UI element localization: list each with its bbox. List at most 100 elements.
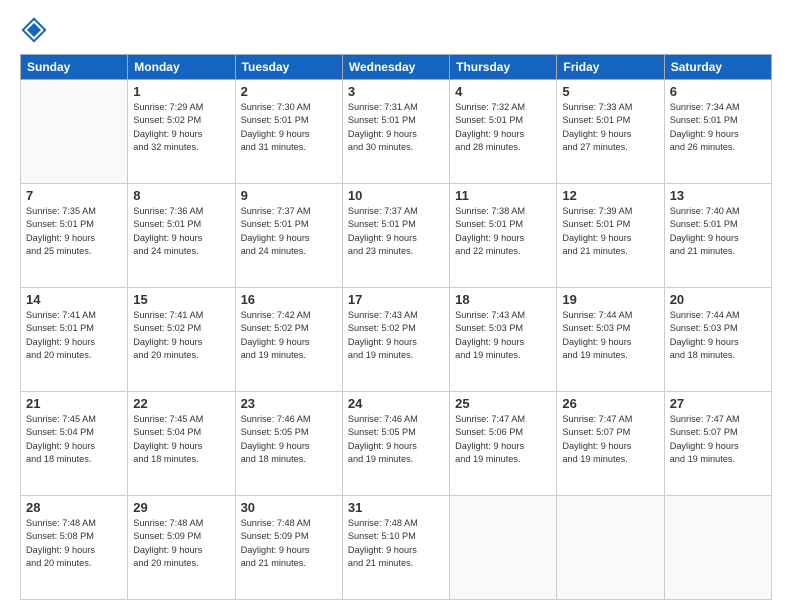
- calendar-cell: 28 Sunrise: 7:48 AMSunset: 5:08 PMDayligh…: [21, 496, 128, 600]
- calendar-cell: 6 Sunrise: 7:34 AMSunset: 5:01 PMDaylight…: [664, 80, 771, 184]
- day-info: Sunrise: 7:40 AMSunset: 5:01 PMDaylight:…: [670, 205, 766, 258]
- day-info: Sunrise: 7:32 AMSunset: 5:01 PMDaylight:…: [455, 101, 551, 154]
- calendar-cell: [21, 80, 128, 184]
- day-info: Sunrise: 7:45 AMSunset: 5:04 PMDaylight:…: [26, 413, 122, 466]
- day-info: Sunrise: 7:44 AMSunset: 5:03 PMDaylight:…: [562, 309, 658, 362]
- day-number: 6: [670, 84, 766, 99]
- day-number: 19: [562, 292, 658, 307]
- day-info: Sunrise: 7:41 AMSunset: 5:02 PMDaylight:…: [133, 309, 229, 362]
- calendar-cell: 19 Sunrise: 7:44 AMSunset: 5:03 PMDayligh…: [557, 288, 664, 392]
- day-info: Sunrise: 7:45 AMSunset: 5:04 PMDaylight:…: [133, 413, 229, 466]
- day-number: 12: [562, 188, 658, 203]
- day-number: 13: [670, 188, 766, 203]
- calendar-cell: 27 Sunrise: 7:47 AMSunset: 5:07 PMDayligh…: [664, 392, 771, 496]
- day-info: Sunrise: 7:47 AMSunset: 5:06 PMDaylight:…: [455, 413, 551, 466]
- day-number: 7: [26, 188, 122, 203]
- calendar-cell: 3 Sunrise: 7:31 AMSunset: 5:01 PMDaylight…: [342, 80, 449, 184]
- calendar-cell: 23Sunrise: 7:46 AMSunset: 5:05 PMDayligh…: [235, 392, 342, 496]
- day-info: Sunrise: 7:36 AMSunset: 5:01 PMDaylight:…: [133, 205, 229, 258]
- header-wednesday: Wednesday: [342, 55, 449, 80]
- week-row-4: 21 Sunrise: 7:45 AMSunset: 5:04 PMDayligh…: [21, 392, 772, 496]
- week-row-5: 28 Sunrise: 7:48 AMSunset: 5:08 PMDayligh…: [21, 496, 772, 600]
- calendar-cell: 4 Sunrise: 7:32 AMSunset: 5:01 PMDaylight…: [450, 80, 557, 184]
- week-row-3: 14 Sunrise: 7:41 AMSunset: 5:01 PMDayligh…: [21, 288, 772, 392]
- calendar-cell: 30 Sunrise: 7:48 AMSunset: 5:09 PMDayligh…: [235, 496, 342, 600]
- day-info: Sunrise: 7:48 AMSunset: 5:08 PMDaylight:…: [26, 517, 122, 570]
- calendar-cell: 21 Sunrise: 7:45 AMSunset: 5:04 PMDayligh…: [21, 392, 128, 496]
- day-info: Sunrise: 7:44 AMSunset: 5:03 PMDaylight:…: [670, 309, 766, 362]
- calendar-cell: 12 Sunrise: 7:39 AMSunset: 5:01 PMDayligh…: [557, 184, 664, 288]
- day-info: Sunrise: 7:48 AMSunset: 5:09 PMDaylight:…: [241, 517, 337, 570]
- day-info: Sunrise: 7:34 AMSunset: 5:01 PMDaylight:…: [670, 101, 766, 154]
- day-info: Sunrise: 7:39 AMSunset: 5:01 PMDaylight:…: [562, 205, 658, 258]
- day-number: 9: [241, 188, 337, 203]
- day-info: Sunrise: 7:37 AMSunset: 5:01 PMDaylight:…: [348, 205, 444, 258]
- day-number: 16: [241, 292, 337, 307]
- day-info: Sunrise: 7:47 AMSunset: 5:07 PMDaylight:…: [562, 413, 658, 466]
- day-number: 28: [26, 500, 122, 515]
- day-info: Sunrise: 7:33 AMSunset: 5:01 PMDaylight:…: [562, 101, 658, 154]
- calendar-cell: 10 Sunrise: 7:37 AMSunset: 5:01 PMDayligh…: [342, 184, 449, 288]
- calendar-cell: 18 Sunrise: 7:43 AMSunset: 5:03 PMDayligh…: [450, 288, 557, 392]
- day-number: 14: [26, 292, 122, 307]
- calendar-cell: 7 Sunrise: 7:35 AMSunset: 5:01 PMDaylight…: [21, 184, 128, 288]
- day-number: 11: [455, 188, 551, 203]
- day-number: 27: [670, 396, 766, 411]
- calendar-cell: 5Sunrise: 7:33 AMSunset: 5:01 PMDaylight…: [557, 80, 664, 184]
- calendar-cell: 17 Sunrise: 7:43 AMSunset: 5:02 PMDayligh…: [342, 288, 449, 392]
- day-number: 2: [241, 84, 337, 99]
- day-info: Sunrise: 7:30 AMSunset: 5:01 PMDaylight:…: [241, 101, 337, 154]
- calendar-cell: 16Sunrise: 7:42 AMSunset: 5:02 PMDayligh…: [235, 288, 342, 392]
- calendar-cell: 11Sunrise: 7:38 AMSunset: 5:01 PMDayligh…: [450, 184, 557, 288]
- day-number: 8: [133, 188, 229, 203]
- calendar-cell: 22 Sunrise: 7:45 AMSunset: 5:04 PMDayligh…: [128, 392, 235, 496]
- day-number: 10: [348, 188, 444, 203]
- day-info: Sunrise: 7:48 AMSunset: 5:10 PMDaylight:…: [348, 517, 444, 570]
- calendar-cell: [557, 496, 664, 600]
- logo-icon: [20, 16, 48, 44]
- day-number: 30: [241, 500, 337, 515]
- page: SundayMondayTuesdayWednesdayThursdayFrid…: [0, 0, 792, 612]
- day-info: Sunrise: 7:41 AMSunset: 5:01 PMDaylight:…: [26, 309, 122, 362]
- calendar-cell: 13 Sunrise: 7:40 AMSunset: 5:01 PMDayligh…: [664, 184, 771, 288]
- calendar-cell: 2 Sunrise: 7:30 AMSunset: 5:01 PMDaylight…: [235, 80, 342, 184]
- header: [20, 16, 772, 44]
- day-info: Sunrise: 7:43 AMSunset: 5:02 PMDaylight:…: [348, 309, 444, 362]
- day-info: Sunrise: 7:47 AMSunset: 5:07 PMDaylight:…: [670, 413, 766, 466]
- header-sunday: Sunday: [21, 55, 128, 80]
- logo: [20, 16, 52, 44]
- days-header-row: SundayMondayTuesdayWednesdayThursdayFrid…: [21, 55, 772, 80]
- calendar-cell: 26 Sunrise: 7:47 AMSunset: 5:07 PMDayligh…: [557, 392, 664, 496]
- week-row-1: 1Sunrise: 7:29 AMSunset: 5:02 PMDaylight…: [21, 80, 772, 184]
- day-number: 1: [133, 84, 229, 99]
- day-number: 3: [348, 84, 444, 99]
- header-friday: Friday: [557, 55, 664, 80]
- calendar-cell: 25Sunrise: 7:47 AMSunset: 5:06 PMDayligh…: [450, 392, 557, 496]
- day-number: 4: [455, 84, 551, 99]
- day-number: 22: [133, 396, 229, 411]
- day-number: 29: [133, 500, 229, 515]
- calendar: SundayMondayTuesdayWednesdayThursdayFrid…: [20, 54, 772, 600]
- header-monday: Monday: [128, 55, 235, 80]
- calendar-cell: 8 Sunrise: 7:36 AMSunset: 5:01 PMDaylight…: [128, 184, 235, 288]
- header-thursday: Thursday: [450, 55, 557, 80]
- day-number: 17: [348, 292, 444, 307]
- day-number: 21: [26, 396, 122, 411]
- header-tuesday: Tuesday: [235, 55, 342, 80]
- calendar-cell: [450, 496, 557, 600]
- day-info: Sunrise: 7:35 AMSunset: 5:01 PMDaylight:…: [26, 205, 122, 258]
- day-info: Sunrise: 7:43 AMSunset: 5:03 PMDaylight:…: [455, 309, 551, 362]
- day-info: Sunrise: 7:31 AMSunset: 5:01 PMDaylight:…: [348, 101, 444, 154]
- day-info: Sunrise: 7:46 AMSunset: 5:05 PMDaylight:…: [348, 413, 444, 466]
- week-row-2: 7 Sunrise: 7:35 AMSunset: 5:01 PMDaylight…: [21, 184, 772, 288]
- calendar-cell: [664, 496, 771, 600]
- day-number: 18: [455, 292, 551, 307]
- day-number: 23: [241, 396, 337, 411]
- day-number: 20: [670, 292, 766, 307]
- header-saturday: Saturday: [664, 55, 771, 80]
- day-number: 31: [348, 500, 444, 515]
- day-number: 26: [562, 396, 658, 411]
- calendar-cell: 15Sunrise: 7:41 AMSunset: 5:02 PMDayligh…: [128, 288, 235, 392]
- calendar-cell: 9Sunrise: 7:37 AMSunset: 5:01 PMDaylight…: [235, 184, 342, 288]
- day-info: Sunrise: 7:48 AMSunset: 5:09 PMDaylight:…: [133, 517, 229, 570]
